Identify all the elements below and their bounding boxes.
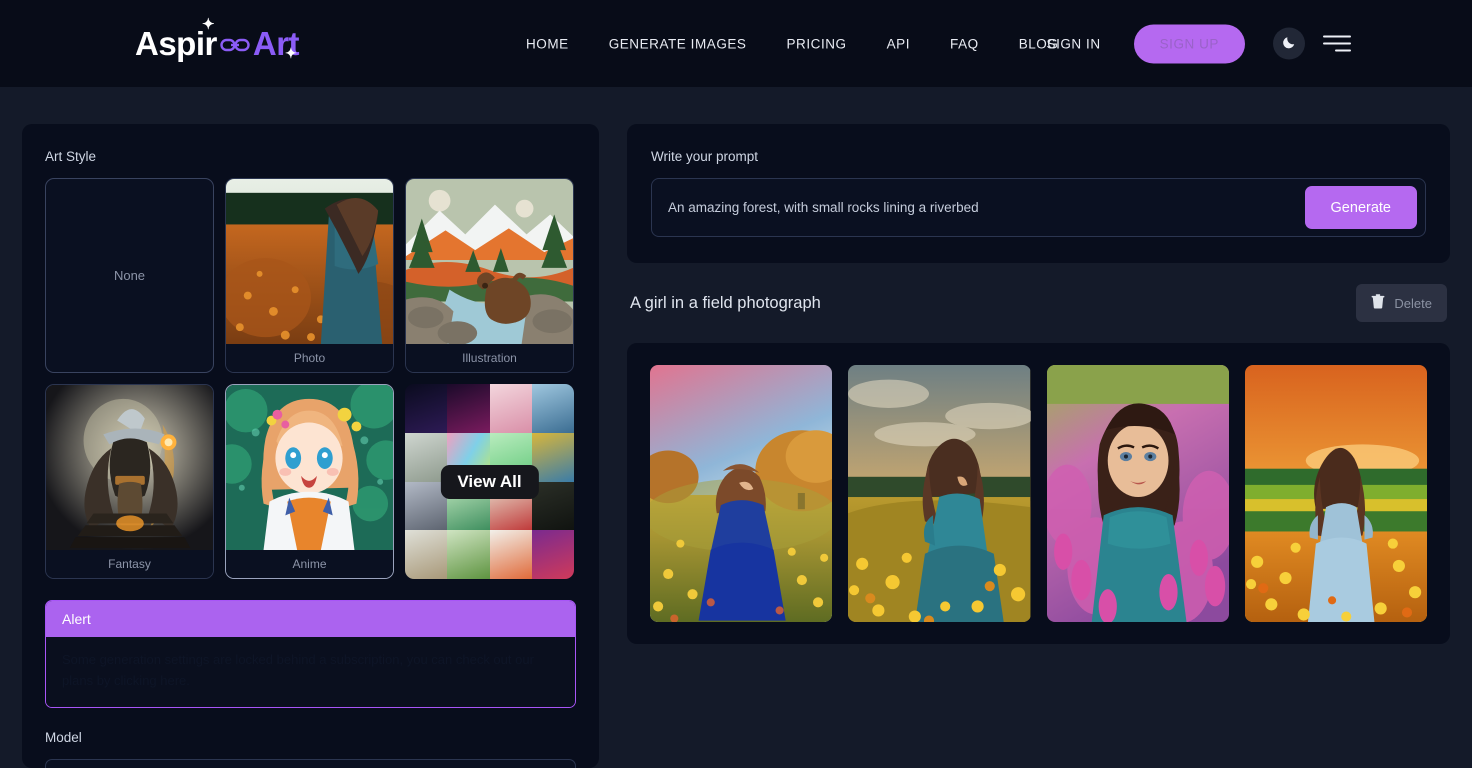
collage-cell [405, 384, 447, 433]
result-image-3[interactable] [1047, 365, 1229, 622]
art-style-thumb-photo [226, 179, 393, 344]
view-all-label: View All [440, 465, 538, 499]
subscription-alert: Alert Some generation settings are locke… [45, 600, 576, 708]
art-style-thumb-illustration [406, 179, 573, 344]
art-style-label-anime: Anime [226, 550, 393, 578]
prompt-input[interactable] [652, 200, 1305, 215]
model-select[interactable]: Dreamshaper [45, 759, 576, 768]
sign-in-button[interactable]: SIGN IN [1037, 28, 1111, 59]
prompt-row: Generate [651, 178, 1426, 237]
collage-cell [447, 384, 489, 433]
hamburger-icon[interactable] [1323, 33, 1351, 55]
delete-button-label: Delete [1394, 296, 1432, 311]
results-panel [627, 343, 1450, 644]
main-navigation: HOME GENERATE IMAGES PRICING API FAQ BLO… [506, 26, 1078, 61]
result-image-2[interactable] [848, 365, 1030, 622]
model-label: Model [45, 730, 576, 745]
collage-cell [532, 384, 574, 433]
collage-cell [490, 530, 532, 579]
result-image-1[interactable] [650, 365, 832, 622]
collage-cell [447, 530, 489, 579]
sign-up-button[interactable]: SIGN UP [1134, 24, 1245, 63]
site-header: Aspir Art ✦ ✦ HOME GENERATE IMAGES PRICI… [0, 0, 1472, 87]
trash-icon [1371, 294, 1385, 312]
art-style-label: Art Style [45, 149, 576, 164]
brand-name-part1: Aspir [135, 25, 217, 63]
collage-cell [490, 384, 532, 433]
brand-logo[interactable]: Aspir Art ✦ ✦ [135, 25, 299, 63]
art-style-grid: None [45, 178, 576, 579]
generation-column: Write your prompt Generate A girl in a f… [627, 124, 1450, 768]
art-style-label-illustration: Illustration [406, 344, 573, 372]
header-actions: SIGN IN SIGN UP [1037, 24, 1351, 63]
prompt-label: Write your prompt [651, 149, 1426, 164]
results-grid [650, 365, 1427, 622]
alert-title: Alert [46, 601, 575, 637]
nav-item-api[interactable]: API [867, 26, 930, 61]
art-style-tile-photo[interactable]: Photo [225, 178, 394, 373]
alert-body: Some generation settings are locked behi… [46, 637, 575, 707]
art-style-tile-view-all[interactable]: View All [405, 384, 574, 579]
nav-item-pricing[interactable]: PRICING [766, 26, 866, 61]
model-block: Model Dreamshaper [45, 730, 576, 768]
art-style-label-photo: Photo [226, 344, 393, 372]
art-style-tile-none[interactable]: None [45, 178, 214, 373]
hamburger-line [1335, 50, 1351, 52]
art-style-label-fantasy: Fantasy [46, 550, 213, 578]
nav-item-home[interactable]: HOME [506, 26, 589, 61]
theme-toggle-button[interactable] [1273, 28, 1305, 60]
brand-name-part2: Art [253, 25, 299, 63]
results-header: A girl in a field photograph Delete [627, 284, 1450, 322]
result-image-4[interactable] [1245, 365, 1427, 622]
prompt-panel: Write your prompt Generate [627, 124, 1450, 263]
hamburger-line [1323, 36, 1351, 38]
nav-item-faq[interactable]: FAQ [930, 26, 999, 61]
art-style-thumb-anime [226, 385, 393, 550]
generate-button[interactable]: Generate [1305, 186, 1417, 229]
hamburger-line [1323, 43, 1351, 45]
results-title: A girl in a field photograph [630, 294, 821, 313]
collage-cell [532, 530, 574, 579]
art-style-tile-anime[interactable]: Anime [225, 384, 394, 579]
page-content: Art Style None [0, 87, 1472, 768]
art-style-label-none: None [114, 268, 145, 283]
settings-panel: Art Style None [22, 124, 599, 768]
delete-button[interactable]: Delete [1356, 284, 1447, 322]
nav-item-generate-images[interactable]: GENERATE IMAGES [589, 26, 767, 61]
art-style-tile-fantasy[interactable]: Fantasy [45, 384, 214, 579]
art-style-thumb-fantasy [46, 385, 213, 550]
link-icon [220, 37, 250, 53]
collage-cell [405, 530, 447, 579]
art-style-tile-illustration[interactable]: Illustration [405, 178, 574, 373]
moon-icon [1281, 34, 1298, 54]
